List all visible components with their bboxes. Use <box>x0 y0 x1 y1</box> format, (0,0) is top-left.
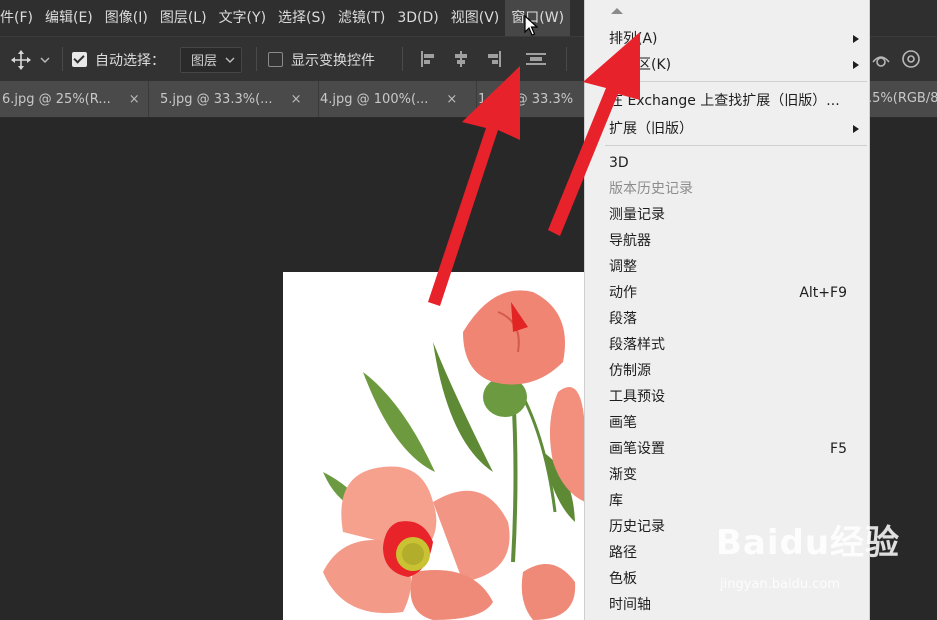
chevron-down-icon <box>225 57 235 63</box>
shortcut-label: Alt+F9 <box>799 285 847 301</box>
menu-separator <box>605 81 867 82</box>
menu-item-brushes[interactable]: 画笔 <box>585 410 869 436</box>
document-canvas[interactable] <box>283 272 585 620</box>
menu-item-brush-settings[interactable]: 画笔设置 F5 <box>585 436 869 462</box>
align-center-icon[interactable] <box>450 49 472 69</box>
show-transform-checkbox[interactable] <box>268 52 283 67</box>
move-tool-button[interactable] <box>10 37 50 82</box>
menu-separator <box>605 145 867 146</box>
menu-edit[interactable]: 编辑(E) <box>39 0 99 36</box>
move-icon <box>11 49 31 70</box>
menu-item-clone-source[interactable]: 仿制源 <box>585 358 869 384</box>
divider <box>402 47 403 71</box>
mouse-cursor-icon <box>524 15 538 36</box>
menu-item-paths[interactable]: 路径 <box>585 540 869 566</box>
tab-right-fragment[interactable]: .5%(RGB/8 <box>868 81 937 117</box>
menu-item-tool-presets[interactable]: 工具预设 <box>585 384 869 410</box>
tab-label: 5.jpg @ 33.3%(... <box>160 91 273 107</box>
align-left-icon[interactable] <box>418 49 440 69</box>
divider <box>62 47 63 71</box>
show-transform-label: 显示变换控件 <box>291 52 375 69</box>
menu-item-libraries[interactable]: 库 <box>585 488 869 514</box>
auto-select-target-dropdown[interactable]: 图层 <box>180 46 243 73</box>
menu-item-arrange[interactable]: 排列(A) <box>585 26 869 52</box>
chevron-down-icon[interactable] <box>40 56 50 64</box>
menu-item-actions[interactable]: 动作 Alt+F9 <box>585 280 869 306</box>
tab-4jpg[interactable]: 4.jpg @ 100%(... × <box>308 81 477 117</box>
auto-select-label: 自动选择： <box>95 52 165 69</box>
menu-item-measurement-log[interactable]: 测量记录 <box>585 202 869 228</box>
auto-select-checkbox[interactable] <box>72 52 87 67</box>
menu-item-paragraph[interactable]: 段落 <box>585 306 869 332</box>
3d-rotate-icon[interactable] <box>900 48 922 70</box>
close-icon[interactable]: × <box>291 92 302 107</box>
menu-item-workspace[interactable]: 工作区(K) <box>585 52 869 78</box>
shortcut-label: F5 <box>830 441 847 457</box>
align-top-icon[interactable] <box>524 49 548 69</box>
menu-view[interactable]: 视图(V) <box>445 0 506 36</box>
menu-item-3d[interactable]: 3D <box>585 150 869 176</box>
menu-item-version-history: 版本历史记录 <box>609 181 693 197</box>
align-right-icon[interactable] <box>482 49 504 69</box>
close-icon[interactable]: × <box>129 92 140 107</box>
submenu-arrow-icon <box>853 35 859 43</box>
menu-item-navigator[interactable]: 导航器 <box>585 228 869 254</box>
divider <box>566 47 567 71</box>
menu-item-adjustments[interactable]: 调整 <box>585 254 869 280</box>
menu-item-timeline[interactable]: 时间轴 <box>585 592 869 618</box>
tab-label: 6.jpg @ 25%(R... <box>2 91 111 107</box>
tab-label: 4.jpg @ 100%(... <box>320 91 429 107</box>
scroll-up-icon[interactable] <box>611 8 623 14</box>
submenu-arrow-icon <box>853 125 859 133</box>
divider <box>256 47 257 71</box>
menu-filter[interactable]: 滤镜(T) <box>332 0 391 36</box>
menu-item-find-extensions[interactable]: 在 Exchange 上查找扩展（旧版）... <box>585 88 869 114</box>
close-icon[interactable]: × <box>446 92 457 107</box>
tab-label: 1.jpg @ 33.3% <box>478 91 574 107</box>
menu-layer[interactable]: 图层(L) <box>154 0 213 36</box>
submenu-arrow-icon <box>853 61 859 69</box>
menu-image[interactable]: 图像(I) <box>99 0 154 36</box>
menu-item-paragraph-styles[interactable]: 段落样式 <box>585 332 869 358</box>
tab-5jpg[interactable]: 5.jpg @ 33.3%(... × <box>148 81 319 117</box>
menu-3d[interactable]: 3D(D) <box>391 0 444 36</box>
menu-file[interactable]: 件(F) <box>0 0 39 36</box>
window-menu-dropdown: 排列(A) 工作区(K) 在 Exchange 上查找扩展（旧版）... 扩展（… <box>584 0 870 620</box>
auto-select-target-value: 图层 <box>191 54 218 69</box>
3d-orbit-icon[interactable] <box>870 48 892 70</box>
menu-select[interactable]: 选择(S) <box>272 0 332 36</box>
tab-6jpg[interactable]: 6.jpg @ 25%(R... × <box>0 81 149 117</box>
menu-item-extensions[interactable]: 扩展（旧版） <box>585 116 869 142</box>
menu-item-history[interactable]: 历史记录 <box>585 514 869 540</box>
menu-item-gradients[interactable]: 渐变 <box>585 462 869 488</box>
tab-1jpg[interactable]: 1.jpg @ 33.3% <box>466 81 597 117</box>
flower-illustration <box>323 290 585 620</box>
menu-item-swatches[interactable]: 色板 <box>585 566 869 592</box>
menu-type[interactable]: 文字(Y) <box>213 0 272 36</box>
